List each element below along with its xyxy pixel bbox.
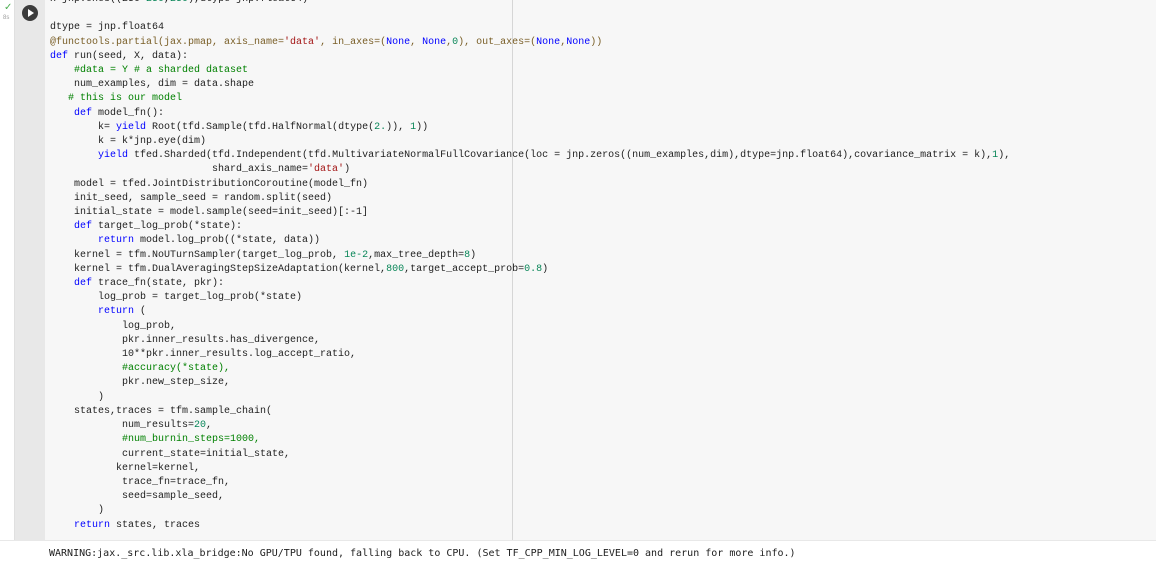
code-line[interactable]: def model_fn(): bbox=[50, 108, 164, 119]
play-icon[interactable] bbox=[22, 5, 38, 21]
code-line[interactable]: log_prob, bbox=[50, 321, 176, 332]
code-line[interactable]: ) bbox=[50, 505, 104, 516]
code-line[interactable]: states,traces = tfm.sample_chain( bbox=[50, 406, 272, 417]
code-line[interactable]: @functools.partial(jax.pmap, axis_name='… bbox=[50, 37, 602, 48]
code-line[interactable]: current_state=initial_state, bbox=[50, 449, 290, 460]
code-line[interactable]: def run(seed, X, data): bbox=[50, 51, 188, 62]
code-line[interactable]: yield tfed.Sharded(tfd.Independent(tfd.M… bbox=[50, 150, 1010, 161]
code-line[interactable]: num_results=20, bbox=[50, 420, 212, 431]
code-line[interactable]: #num_burnin_steps=1000, bbox=[50, 434, 260, 445]
code-line[interactable]: model = tfed.JointDistributionCoroutine(… bbox=[50, 179, 368, 190]
cell-run-strip bbox=[15, 0, 45, 540]
code-line[interactable]: x=jnp.ones((250*250,250),dtype=jnp.float… bbox=[50, 0, 308, 5]
warning-text: WARNING:jax._src.lib.xla_bridge:No GPU/T… bbox=[49, 548, 796, 559]
cell-gutter: ✓ 8s bbox=[0, 0, 14, 563]
cell-output: WARNING:jax._src.lib.xla_bridge:No GPU/T… bbox=[0, 540, 1156, 564]
code-text[interactable]: x=jnp.ones((250*250,250),dtype=jnp.float… bbox=[50, 0, 1010, 533]
code-line[interactable]: log_prob = target_log_prob(*state) bbox=[50, 292, 302, 303]
code-line[interactable]: kernel=kernel, bbox=[50, 463, 200, 474]
code-line[interactable]: #accuracy(*state), bbox=[50, 363, 230, 374]
code-line[interactable]: initial_state = model.sample(seed=init_s… bbox=[50, 207, 368, 218]
code-line[interactable]: trace_fn=trace_fn, bbox=[50, 477, 230, 488]
code-line[interactable]: 10**pkr.inner_results.log_accept_ratio, bbox=[50, 349, 356, 360]
code-line[interactable]: pkr.inner_results.has_divergence, bbox=[50, 335, 320, 346]
code-line[interactable]: num_examples, dim = data.shape bbox=[50, 79, 254, 90]
code-line[interactable]: kernel = tfm.NoUTurnSampler(target_log_p… bbox=[50, 250, 476, 261]
code-line[interactable]: return model.log_prob((*state, data)) bbox=[50, 235, 320, 246]
code-line[interactable]: dtype = jnp.float64 bbox=[50, 22, 164, 33]
check-icon: ✓ bbox=[4, 2, 13, 13]
code-line[interactable]: # this is our model bbox=[50, 93, 182, 104]
code-line[interactable]: def trace_fn(state, pkr): bbox=[50, 278, 224, 289]
code-line[interactable]: k= yield Root(tfd.Sample(tfd.HalfNormal(… bbox=[50, 122, 428, 133]
code-line[interactable]: init_seed, sample_seed = random.split(se… bbox=[50, 193, 332, 204]
execution-count: 8s bbox=[3, 15, 10, 21]
code-line[interactable]: return states, traces bbox=[50, 520, 200, 531]
code-line[interactable]: return ( bbox=[50, 306, 146, 317]
code-line[interactable]: seed=sample_seed, bbox=[50, 491, 224, 502]
code-line[interactable]: k = k*jnp.eye(dim) bbox=[50, 136, 206, 147]
code-line[interactable]: #data = Y # a sharded dataset bbox=[50, 65, 248, 76]
code-line[interactable]: pkr.new_step_size, bbox=[50, 377, 230, 388]
code-line[interactable]: def target_log_prob(*state): bbox=[50, 221, 242, 232]
code-line[interactable]: kernel = tfm.DualAveragingStepSizeAdapta… bbox=[50, 264, 548, 275]
code-line[interactable]: shard_axis_name='data') bbox=[50, 164, 350, 175]
code-line[interactable]: ) bbox=[50, 392, 104, 403]
